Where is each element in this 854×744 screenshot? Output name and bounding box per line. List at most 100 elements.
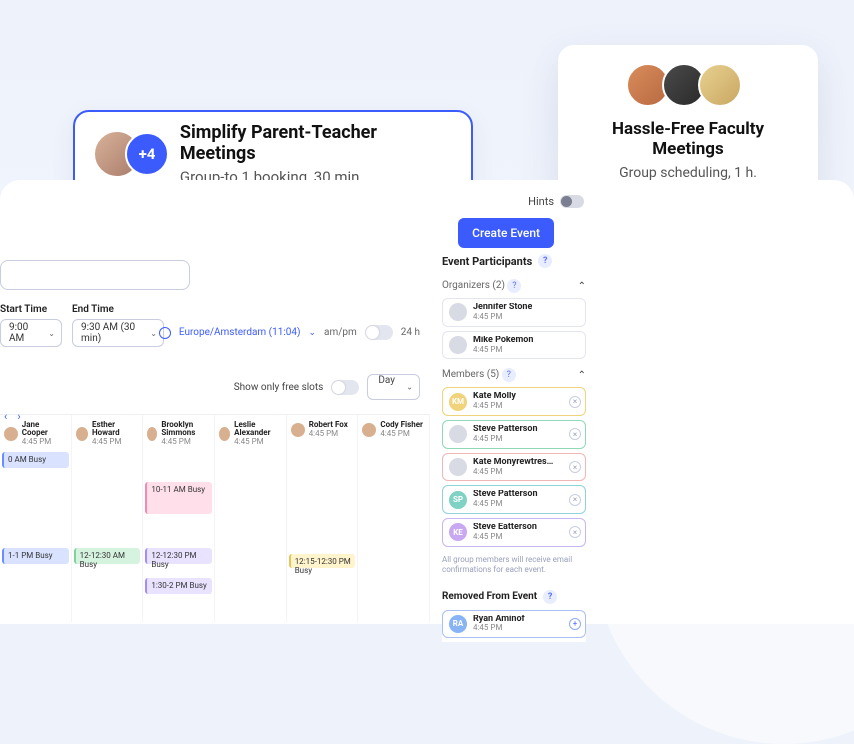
free-slots-toggle[interactable] xyxy=(331,380,359,395)
members-label: Members xyxy=(442,369,484,380)
participant-time: 4:45 PM xyxy=(473,533,537,542)
time-format-toggle[interactable] xyxy=(365,325,393,340)
participant-row[interactable]: KE Steve Eatterson4:45 PM × xyxy=(442,518,586,547)
card-subtitle: Group scheduling, 1 h. xyxy=(578,165,798,181)
avatar xyxy=(147,427,157,441)
hints-label: Hints xyxy=(528,195,554,208)
participants-title: Event Participants xyxy=(442,255,532,268)
participants-panel: Event Participants ? Organizers (2) ? ⌃ … xyxy=(442,248,586,642)
avatar-stack: +4 xyxy=(93,130,166,178)
organizers-label: Organizers xyxy=(442,280,490,291)
avatar xyxy=(449,425,467,443)
chevron-down-icon: ⌄ xyxy=(48,329,55,338)
column-time: 4:45 PM xyxy=(380,429,423,438)
start-time-value: 9:00 AM xyxy=(9,322,41,344)
avatar-row xyxy=(578,63,798,107)
avatar xyxy=(76,427,88,441)
chevron-down-icon: ⌄ xyxy=(406,383,413,392)
participant-row[interactable]: Kate Monyrewtresky..4:45 PM × xyxy=(442,453,586,482)
card-title: Hassle-Free Faculty Meetings xyxy=(578,119,798,159)
column-time: 4:45 PM xyxy=(92,437,138,446)
column-time: 4:45 PM xyxy=(22,437,67,446)
24h-label: 24 h xyxy=(401,327,420,338)
avatar xyxy=(449,336,467,354)
members-count: (5) xyxy=(487,369,500,380)
column-time: 4:45 PM xyxy=(234,437,282,446)
title-input[interactable] xyxy=(0,260,190,290)
busy-event[interactable]: 12-12:30 AM Busy xyxy=(74,548,141,564)
busy-event[interactable]: 12:15-12:30 PM Busy xyxy=(289,554,356,568)
participant-row[interactable]: SP Steve Patterson4:45 PM × xyxy=(442,485,586,514)
column-name: Jane Cooper xyxy=(22,421,67,437)
members-section-toggle[interactable]: Members (5) ? ⌃ xyxy=(442,363,586,387)
column-time: 4:45 PM xyxy=(161,437,210,446)
avatar xyxy=(4,427,18,441)
participant-time: 4:45 PM xyxy=(473,402,516,411)
participant-row[interactable]: Mike Pokemon4:45 PM xyxy=(442,331,586,360)
start-time-label: Start Time xyxy=(0,304,62,315)
ampm-label: am/pm xyxy=(324,327,357,338)
chevron-down-icon: ⌄ xyxy=(308,328,316,338)
end-time-label: End Time xyxy=(72,304,164,315)
remove-icon[interactable]: × xyxy=(569,461,581,473)
chevron-up-icon: ⌃ xyxy=(578,281,586,292)
participants-header: Event Participants ? xyxy=(442,248,586,274)
create-event-button[interactable]: Create Event xyxy=(458,218,554,248)
avatar xyxy=(449,458,467,476)
help-icon[interactable]: ? xyxy=(543,590,557,604)
chevron-up-icon: ⌃ xyxy=(578,370,586,381)
column-name: Robert Fox xyxy=(309,421,348,429)
free-slots-label: Show only free slots xyxy=(234,382,324,393)
removed-header: Removed From Event ? xyxy=(442,584,586,610)
organizers-section-toggle[interactable]: Organizers (2) ? ⌃ xyxy=(442,274,586,298)
prev-arrow[interactable]: ‹ xyxy=(4,410,7,423)
end-time-select[interactable]: 9:30 AM (30 min) ⌄ xyxy=(72,319,164,347)
participant-time: 4:45 PM xyxy=(473,500,538,509)
remove-icon[interactable]: × xyxy=(569,428,581,440)
participant-row[interactable]: KM Kate Molly4:45 PM × xyxy=(442,387,586,416)
help-icon[interactable]: ? xyxy=(502,368,516,382)
view-select[interactable]: Day ⌄ xyxy=(367,374,420,400)
removed-label: Removed From Event xyxy=(442,591,537,602)
calendar-grid: Jane Cooper4:45 PM Esther Howard4:45 PM … xyxy=(0,414,430,622)
remove-icon[interactable]: × xyxy=(569,494,581,506)
organizers-count: (2) xyxy=(492,280,505,291)
avatar xyxy=(362,423,376,437)
chevron-down-icon: ⌄ xyxy=(150,329,157,338)
participant-row[interactable]: Jennifer Stone4:45 PM xyxy=(442,298,586,327)
avatar: KE xyxy=(449,523,467,541)
busy-event[interactable]: 0 AM Busy xyxy=(2,452,69,468)
participant-time: 4:45 PM xyxy=(473,624,525,633)
participants-note: All group members will receive email con… xyxy=(442,551,586,584)
start-time-select[interactable]: 9:00 AM ⌄ xyxy=(0,319,62,347)
column-name: Brooklyn Simmons xyxy=(161,421,210,437)
busy-event[interactable]: 12-12:30 PM Busy xyxy=(145,548,212,564)
remove-icon[interactable]: × xyxy=(569,526,581,538)
column-name: Esther Howard xyxy=(92,421,138,437)
view-value: Day xyxy=(378,375,395,386)
busy-event[interactable]: 1:30-2 PM Busy xyxy=(145,578,212,594)
busy-event[interactable]: 10-11 AM Busy xyxy=(145,482,212,514)
avatar: KM xyxy=(449,393,467,411)
busy-event[interactable]: 1-1 PM Busy xyxy=(2,548,69,564)
avatar-overflow-count: +4 xyxy=(125,132,169,176)
avatar xyxy=(698,63,742,107)
avatar xyxy=(449,303,467,321)
next-arrow[interactable]: › xyxy=(17,410,20,423)
timezone-select[interactable]: Europe/Amsterdam (11:04) xyxy=(179,327,301,338)
avatar xyxy=(219,427,230,441)
remove-icon[interactable]: × xyxy=(569,396,581,408)
end-time-value: 9:30 AM (30 min) xyxy=(81,322,143,344)
column-name: Leslie Alexander xyxy=(234,421,282,437)
participant-time: 4:45 PM xyxy=(473,435,538,444)
column-time: 4:45 PM xyxy=(309,429,348,438)
help-icon[interactable]: ? xyxy=(507,279,521,293)
globe-icon xyxy=(159,327,171,339)
participant-row[interactable]: Steve Patterson4:45 PM × xyxy=(442,420,586,449)
hints-toggle[interactable] xyxy=(560,195,584,208)
help-icon[interactable]: ? xyxy=(538,254,552,268)
card-title: Simplify Parent-Teacher Meetings xyxy=(180,122,453,164)
participant-time: 4:45 PM xyxy=(473,468,557,477)
column-name: Cody Fisher xyxy=(380,421,423,429)
participant-time: 4:45 PM xyxy=(473,313,532,322)
